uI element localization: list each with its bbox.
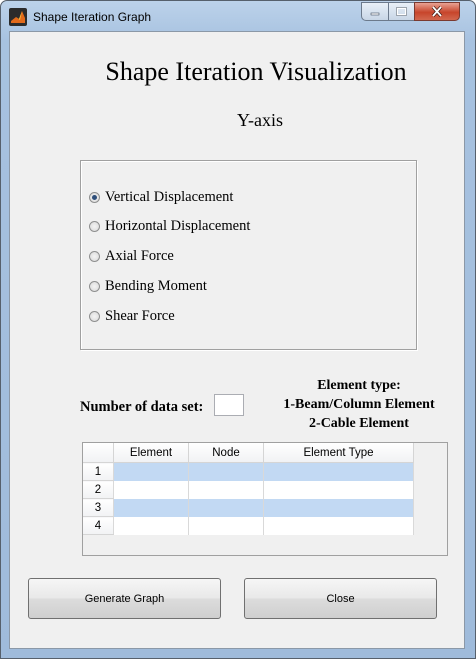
- radio-button-checked[interactable]: [89, 191, 100, 203]
- title-bar[interactable]: Shape Iteration Graph: [1, 1, 475, 35]
- radio-horizontal-displacement[interactable]: Horizontal Displacement: [89, 216, 250, 236]
- table-cell-element-type[interactable]: [263, 480, 414, 499]
- table-cell-element[interactable]: [113, 480, 189, 499]
- dataset-count-label: Number of data set:: [80, 399, 204, 415]
- window-title: Shape Iteration Graph: [33, 10, 152, 24]
- radio-label: Bending Moment: [105, 277, 207, 294]
- yaxis-radio-group: Vertical Displacement Horizontal Displac…: [80, 160, 417, 350]
- table-row[interactable]: 4: [83, 516, 414, 535]
- window-frame: Shape Iteration Graph Shape Iteration Vi…: [0, 0, 476, 659]
- row-header[interactable]: 4: [83, 516, 114, 535]
- table-row[interactable]: 2: [83, 480, 414, 499]
- element-type-line1: 1-Beam/Column Element: [283, 397, 435, 412]
- radio-button[interactable]: [89, 310, 100, 322]
- close-window-button[interactable]: [414, 2, 460, 21]
- table-cell-element-type[interactable]: [263, 516, 414, 535]
- maximize-button[interactable]: [388, 2, 414, 21]
- column-header-element-type[interactable]: Element Type: [263, 443, 414, 463]
- radio-shear-force[interactable]: Shear Force: [89, 306, 175, 326]
- element-table[interactable]: Element Node Element Type 1 2 3 4: [82, 442, 448, 556]
- matlab-logo-icon: [9, 8, 27, 26]
- element-type-info: Element type: 1-Beam/Column Element 2-Ca…: [266, 376, 452, 433]
- table-cell-element[interactable]: [113, 462, 189, 481]
- yaxis-heading: Y-axis: [237, 110, 283, 130]
- row-header[interactable]: 2: [83, 480, 114, 499]
- close-icon: [431, 6, 443, 17]
- window-controls: [361, 2, 460, 22]
- column-header-node[interactable]: Node: [188, 443, 264, 463]
- page-title: Shape Iteration Visualization: [105, 57, 407, 86]
- radio-button[interactable]: [89, 250, 100, 262]
- maximize-icon: [396, 7, 407, 16]
- table-corner-header: [83, 443, 114, 463]
- table-cell-element-type[interactable]: [263, 498, 414, 517]
- radio-label: Vertical Displacement: [105, 188, 234, 205]
- element-type-line2: 2-Cable Element: [309, 416, 409, 431]
- radio-bending-moment[interactable]: Bending Moment: [89, 276, 207, 296]
- table-cell-node[interactable]: [188, 516, 264, 535]
- table-row[interactable]: 1: [83, 462, 414, 481]
- column-header-element[interactable]: Element: [113, 443, 189, 463]
- radio-label: Horizontal Displacement: [105, 217, 251, 234]
- row-header[interactable]: 3: [83, 498, 114, 517]
- generate-graph-button[interactable]: Generate Graph: [28, 578, 221, 619]
- radio-label: Shear Force: [105, 307, 175, 324]
- table-cell-node[interactable]: [188, 480, 264, 499]
- minimize-icon: [370, 12, 380, 15]
- table-cell-element[interactable]: [113, 516, 189, 535]
- minimize-button[interactable]: [361, 2, 388, 21]
- client-area: Shape Iteration Visualization Y-axis Ver…: [9, 31, 465, 649]
- element-data-table[interactable]: Element Node Element Type 1 2 3 4: [83, 443, 414, 535]
- radio-vertical-displacement[interactable]: Vertical Displacement: [89, 187, 233, 207]
- table-cell-node[interactable]: [188, 462, 264, 481]
- table-cell-element-type[interactable]: [263, 462, 414, 481]
- dataset-count-input[interactable]: [214, 394, 244, 416]
- table-cell-element[interactable]: [113, 498, 189, 517]
- table-cell-node[interactable]: [188, 498, 264, 517]
- radio-label: Axial Force: [105, 247, 174, 264]
- table-row[interactable]: 3: [83, 498, 414, 517]
- row-header[interactable]: 1: [83, 462, 114, 481]
- radio-axial-force[interactable]: Axial Force: [89, 246, 174, 266]
- element-type-title: Element type:: [317, 378, 401, 393]
- radio-button[interactable]: [89, 280, 100, 292]
- close-button[interactable]: Close: [244, 578, 437, 619]
- radio-button[interactable]: [89, 220, 100, 232]
